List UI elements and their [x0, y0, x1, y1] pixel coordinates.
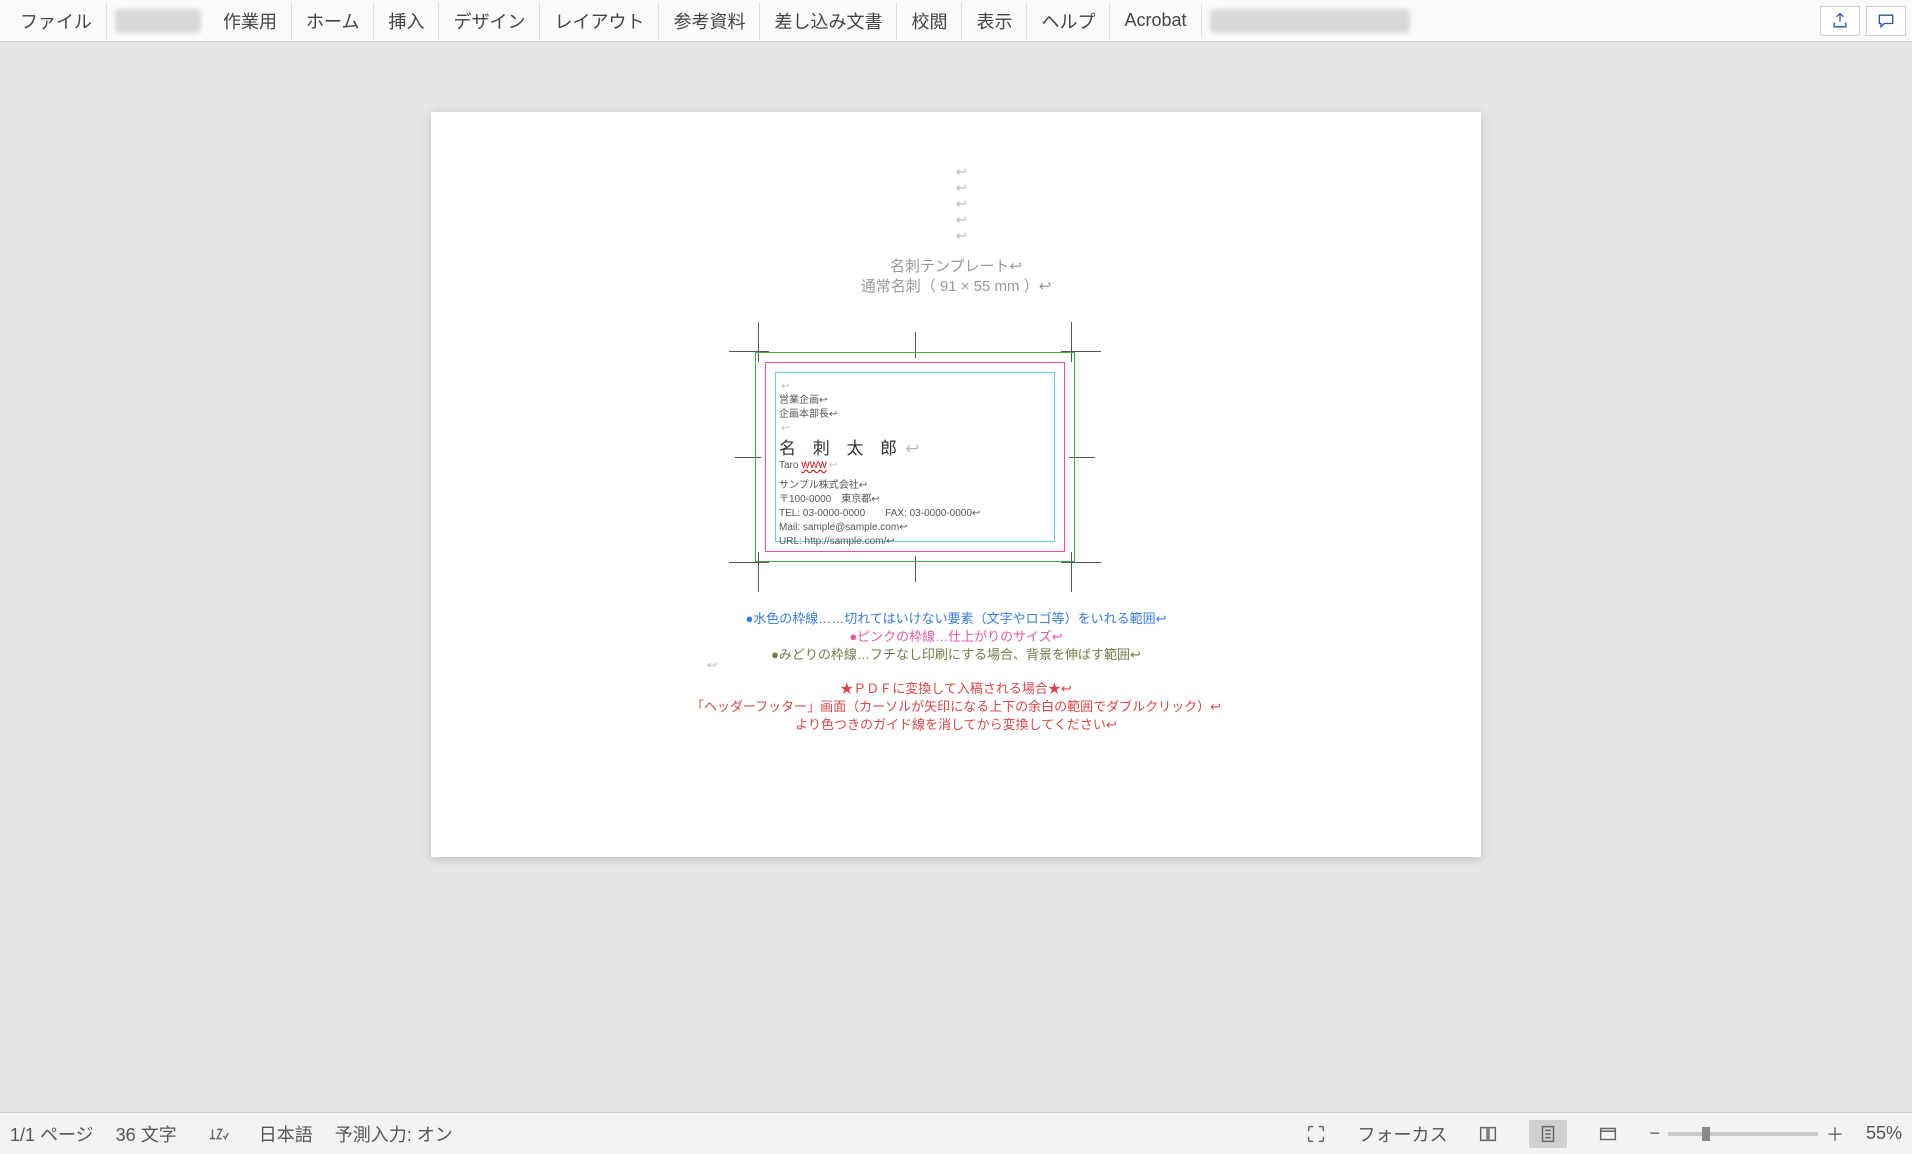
zoom-out-button[interactable]: − — [1649, 1123, 1660, 1144]
tab-layout[interactable]: レイアウト — [540, 2, 659, 40]
comments-button[interactable] — [1866, 6, 1906, 36]
tab-help[interactable]: ヘルプ — [1027, 2, 1110, 40]
status-language[interactable]: 日本語 — [259, 1121, 313, 1147]
card-url: URL: http://sample.com/↩ — [779, 536, 895, 547]
tab-acrobat[interactable]: Acrobat — [1110, 4, 1201, 37]
share-icon — [1830, 11, 1850, 31]
card-dept1: 営業企画↩ — [779, 395, 827, 406]
card-romaji: Taro — [779, 460, 801, 471]
view-web-button[interactable] — [1589, 1120, 1627, 1148]
tab-insert[interactable]: 挿入 — [374, 2, 439, 40]
page-1[interactable]: ↩↩↩↩↩ 名刺テンプレート↩ 通常名刺（ 91 × 55 mm ）↩ ↩ 営業… — [431, 112, 1481, 857]
tab-home[interactable]: ホーム — [292, 2, 374, 40]
card-romaji-error: WWW — [801, 460, 826, 470]
card-mail: Mail: sample@sample.com↩ — [779, 522, 908, 533]
zoom-percent[interactable]: 55% — [1866, 1123, 1902, 1144]
status-spellcheck-icon[interactable] — [199, 1120, 237, 1148]
tab-view[interactable]: 表示 — [962, 2, 1027, 40]
card-content[interactable]: ↩ 営業企画↩ 企画本部長↩ ↩ 名 刺 太 郎↩ Taro WWW↩ サンプル… — [779, 380, 1051, 549]
focus-label: フォーカス — [1357, 1121, 1447, 1147]
card-name: 名 刺 太 郎 — [779, 439, 903, 458]
legend-red-2: 「ヘッダーフッター」画面（カーソルが矢印になる上下の余白の範囲でダブルクリック）… — [431, 698, 1481, 716]
status-bar: 1/1 ページ 36 文字 日本語 予測入力: オン フォーカス − ＋ 55% — [0, 1112, 1912, 1154]
tab-work[interactable]: 作業用 — [209, 2, 292, 40]
status-words[interactable]: 36 文字 — [116, 1121, 177, 1147]
legend-red-1: ★ＰＤＦに変換して入稿される場合★↩ — [431, 680, 1481, 698]
tab-redacted-2 — [1210, 9, 1410, 33]
tab-redacted-1 — [115, 9, 201, 33]
heading-line-1: 名刺テンプレート↩ — [890, 258, 1022, 275]
web-icon — [1597, 1123, 1619, 1145]
document-canvas[interactable]: ↩↩↩↩↩ 名刺テンプレート↩ 通常名刺（ 91 × 55 mm ）↩ ↩ 営業… — [0, 42, 1912, 1112]
legend-block: ●水色の枠線……切れてはいけない要素（文字やロゴ等）をいれる範囲↩ ●ピンクの枠… — [431, 610, 1481, 734]
tab-mailings[interactable]: 差し込み文書 — [760, 2, 897, 40]
zoom-slider-track[interactable] — [1668, 1132, 1818, 1136]
legend-red-3: より色つきのガイド線を消してから変換してください↩ — [431, 716, 1481, 734]
paragraph-marks: ↩↩↩↩↩ — [956, 164, 967, 244]
legend-blue: ●水色の枠線……切れてはいけない要素（文字やロゴ等）をいれる範囲↩ — [431, 610, 1481, 628]
status-page[interactable]: 1/1 ページ — [10, 1121, 94, 1147]
zoom-slider-thumb[interactable] — [1702, 1127, 1710, 1141]
comment-icon — [1876, 11, 1896, 31]
ribbon-tabs: ファイル 作業用 ホーム 挿入 デザイン レイアウト 参考資料 差し込み文書 校… — [0, 0, 1912, 42]
legend-pink: ●ピンクの枠線…仕上がりのサイズ↩ — [431, 628, 1481, 646]
focus-mode-button[interactable] — [1297, 1120, 1335, 1148]
status-predictive[interactable]: 予測入力: オン — [335, 1121, 453, 1147]
tab-file[interactable]: ファイル — [6, 2, 107, 40]
tab-design[interactable]: デザイン — [439, 2, 540, 40]
card-telfax: TEL: 03-0000-0000 FAX: 03-0000-0000↩ — [779, 508, 980, 519]
card-company: サンプル株式会社↩ — [779, 480, 867, 491]
tab-review[interactable]: 校閲 — [897, 2, 962, 40]
view-read-button[interactable] — [1469, 1120, 1507, 1148]
template-heading: 名刺テンプレート↩ 通常名刺（ 91 × 55 mm ）↩ — [431, 257, 1481, 297]
business-card-frame: ↩ 営業企画↩ 企画本部長↩ ↩ 名 刺 太 郎↩ Taro WWW↩ サンプル… — [725, 322, 1105, 592]
focus-icon — [1305, 1123, 1327, 1145]
tab-references[interactable]: 参考資料 — [659, 2, 760, 40]
card-dept2: 企画本部長↩ — [779, 409, 837, 420]
view-print-button[interactable] — [1529, 1120, 1567, 1148]
share-button[interactable] — [1820, 6, 1860, 36]
page-icon — [1537, 1123, 1559, 1145]
book-icon — [1477, 1123, 1499, 1145]
legend-olive: ●みどりの枠線…フチなし印刷にする場合、背景を伸ばす範囲↩ — [431, 646, 1481, 664]
heading-line-2: 通常名刺（ 91 × 55 mm ）↩ — [861, 278, 1052, 295]
paragraph-mark-lone: ↩ — [707, 656, 717, 674]
card-address: 〒100-0000 東京都↩ — [779, 494, 880, 505]
zoom-control: − ＋ — [1649, 1121, 1844, 1147]
zoom-in-button[interactable]: ＋ — [1826, 1121, 1844, 1147]
